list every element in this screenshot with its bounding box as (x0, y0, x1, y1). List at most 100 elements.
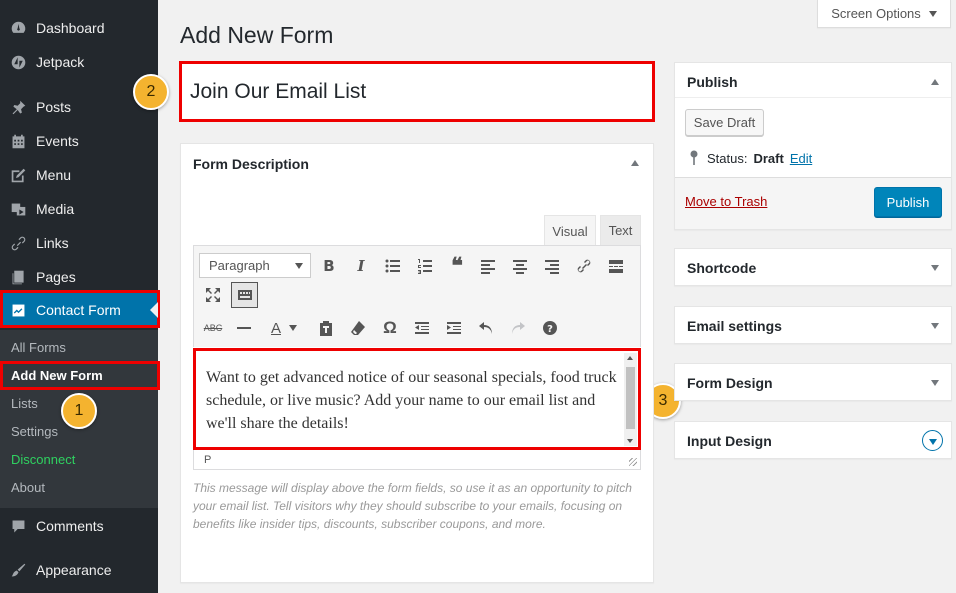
insert-link-icon[interactable] (572, 254, 596, 278)
menu-item-appearance[interactable]: Appearance (0, 553, 158, 587)
input-design-box[interactable]: Input Design (674, 421, 952, 459)
menu-item-events[interactable]: Events (0, 124, 158, 158)
menu-item-pages[interactable]: Pages (0, 260, 158, 294)
align-center-icon[interactable] (508, 254, 532, 278)
paste-text-icon[interactable] (314, 316, 338, 340)
status-row: Status: Draft Edit (689, 150, 812, 166)
edit-status-link[interactable]: Edit (790, 151, 812, 166)
form-description-title: Form Description (193, 156, 309, 172)
form-design-box-title: Form Design (687, 375, 773, 391)
expand-arrow-icon[interactable] (931, 380, 939, 386)
status-label: Status: (707, 150, 748, 166)
undo-icon[interactable] (474, 316, 498, 340)
align-left-icon[interactable] (476, 254, 500, 278)
menu-label: Media (36, 201, 75, 217)
collapse-arrow-icon[interactable] (931, 79, 939, 85)
fullscreen-icon[interactable] (201, 283, 225, 307)
expand-arrow-icon[interactable] (931, 265, 939, 271)
tab-text[interactable]: Text (600, 215, 641, 246)
description-editor[interactable]: Want to get advanced notice of our seaso… (193, 348, 641, 450)
form-design-box[interactable]: Form Design (674, 363, 952, 401)
expand-arrow-icon[interactable] (931, 323, 939, 329)
toolbar-toggle-icon[interactable] (231, 282, 258, 308)
menu-label: Appearance (36, 562, 112, 578)
numbered-list-icon[interactable] (413, 254, 437, 278)
collapse-arrow-icon[interactable] (631, 160, 639, 166)
format-select-value: Paragraph (209, 258, 270, 273)
screen-options-label: Screen Options (831, 6, 921, 21)
blockquote-icon[interactable]: ❝ (445, 253, 469, 278)
menu-label: Menu (36, 167, 72, 183)
menu-label: Dashboard (36, 20, 105, 36)
media-icon (8, 199, 28, 219)
help-icon[interactable]: ? (538, 316, 562, 340)
menu-item-comments[interactable]: Comments (0, 509, 158, 543)
submenu-lists[interactable]: Lists (11, 396, 38, 411)
chevron-down-icon (295, 263, 303, 269)
read-more-icon[interactable] (604, 254, 628, 278)
submenu-settings[interactable]: Settings (11, 424, 58, 439)
contact-form-highlight (0, 290, 160, 328)
redo-icon[interactable] (506, 316, 530, 340)
menu-label: Posts (36, 99, 72, 115)
strikethrough-icon[interactable]: ABC (201, 316, 225, 340)
editor-scrollbar[interactable] (624, 353, 637, 446)
jetpack-icon (8, 52, 28, 72)
brush-icon (8, 560, 28, 580)
text-color-icon[interactable]: A (264, 316, 288, 340)
decrease-indent-icon[interactable] (410, 316, 434, 340)
pin-icon (690, 150, 698, 165)
editor-status-bar: P (193, 450, 641, 470)
step-badge-2: 2 (133, 74, 169, 110)
description-help-text: This message will display above the form… (193, 481, 632, 531)
align-right-icon[interactable] (540, 254, 564, 278)
increase-indent-icon[interactable] (442, 316, 466, 340)
save-draft-button[interactable]: Save Draft (685, 109, 764, 136)
pin-icon (8, 97, 28, 117)
edit-icon (8, 165, 28, 185)
submenu-all-forms[interactable]: All Forms (11, 340, 66, 355)
italic-icon[interactable]: I (349, 254, 373, 278)
divider (675, 97, 951, 98)
clear-formatting-icon[interactable] (346, 316, 370, 340)
status-value: Draft (753, 150, 784, 166)
submenu-disconnect[interactable]: Disconnect (11, 452, 75, 467)
menu-item-links[interactable]: Links (0, 226, 158, 260)
menu-label: Pages (36, 269, 76, 285)
add-new-form-highlight (0, 361, 160, 390)
form-title-input[interactable]: Join Our Email List (179, 61, 655, 122)
step-badge-1: 1 (61, 393, 97, 429)
text-color-dropdown-icon[interactable] (286, 316, 300, 340)
menu-item-jetpack[interactable]: Jetpack (0, 45, 158, 79)
email-settings-box[interactable]: Email settings (674, 306, 952, 344)
format-select[interactable]: Paragraph (199, 253, 311, 278)
screen-options-button[interactable]: Screen Options (817, 0, 951, 28)
scroll-up-arrow-icon[interactable] (627, 356, 633, 360)
input-design-box-title: Input Design (687, 433, 772, 449)
publish-button[interactable]: Publish (874, 187, 942, 217)
resize-handle-icon[interactable] (629, 458, 637, 466)
calendar-icon (8, 131, 28, 151)
move-to-trash-link[interactable]: Move to Trash (685, 194, 767, 209)
shortcode-box[interactable]: Shortcode (674, 248, 952, 286)
page-title: Add New Form (180, 22, 334, 48)
menu-item-menu[interactable]: Menu (0, 158, 158, 192)
publish-actions: Move to Trash Publish (675, 177, 951, 229)
submenu-about[interactable]: About (11, 480, 45, 495)
editor-content: Want to get advanced notice of our seaso… (206, 369, 617, 432)
scroll-thumb[interactable] (626, 367, 635, 429)
dashboard-icon (8, 18, 28, 38)
menu-label: Jetpack (36, 54, 85, 70)
special-character-icon[interactable]: Ω (378, 316, 402, 340)
menu-item-dashboard[interactable]: Dashboard (0, 11, 158, 45)
comment-icon (8, 516, 28, 536)
tab-visual[interactable]: Visual (544, 215, 596, 246)
bullet-list-icon[interactable] (381, 254, 405, 278)
shortcode-box-title: Shortcode (687, 260, 757, 276)
horizontal-line-icon[interactable] (232, 316, 256, 340)
bold-icon[interactable]: B (317, 254, 341, 278)
expand-circle-icon[interactable] (922, 430, 943, 451)
scroll-down-arrow-icon[interactable] (627, 439, 633, 443)
menu-item-media[interactable]: Media (0, 192, 158, 226)
menu-label: Events (36, 133, 79, 149)
